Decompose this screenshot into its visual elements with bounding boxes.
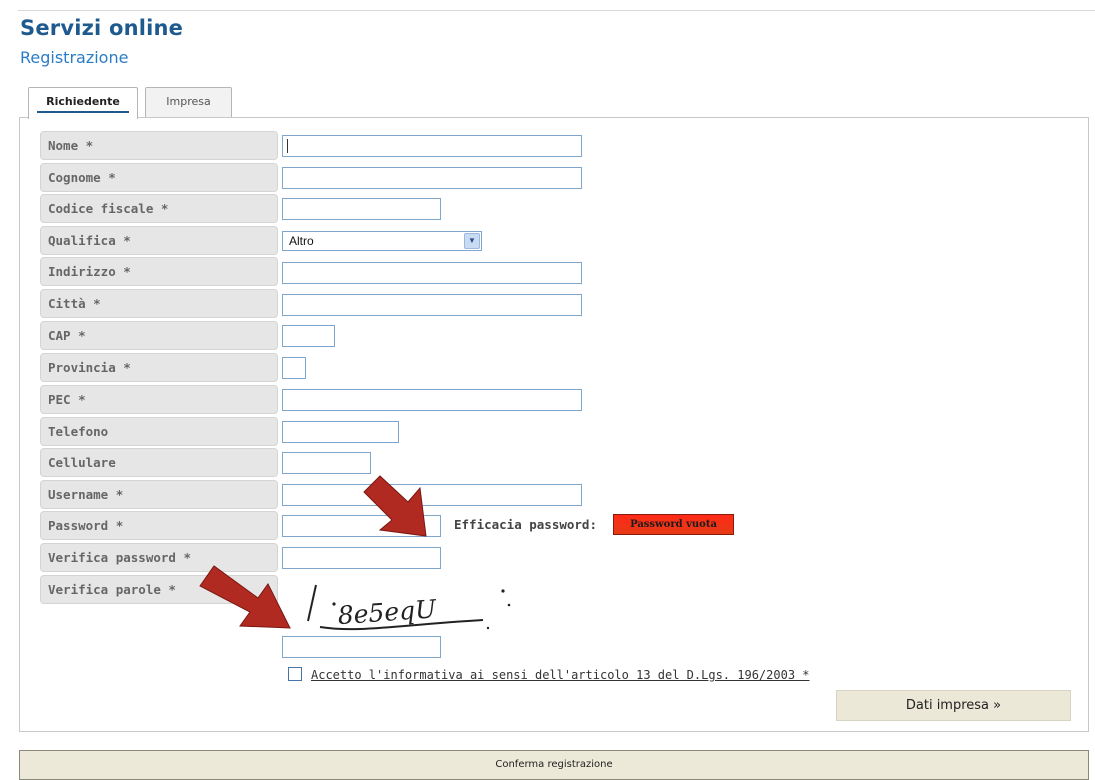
- label-cellulare: Cellulare: [40, 448, 278, 477]
- citta-input[interactable]: [282, 294, 582, 316]
- label-telefono: Telefono: [40, 417, 278, 446]
- label-username: Username *: [40, 480, 278, 509]
- label-nome: Nome *: [40, 131, 278, 160]
- label-citta: Città *: [40, 289, 278, 318]
- conferma-registrazione-button[interactable]: Conferma registrazione: [19, 750, 1089, 780]
- cognome-input[interactable]: [282, 167, 582, 189]
- annotation-arrow-icon: [363, 475, 427, 537]
- qualifica-select[interactable]: Altro ▼: [282, 231, 482, 251]
- verifica-password-input[interactable]: [282, 547, 441, 569]
- label-cap: CAP *: [40, 321, 278, 350]
- captcha-noise-line: [307, 584, 317, 622]
- pec-input[interactable]: [282, 389, 582, 411]
- captcha-dot: [507, 603, 511, 607]
- page-subtitle: Registrazione: [20, 48, 129, 67]
- tab-impresa-label: Impresa: [166, 95, 211, 108]
- cellulare-input[interactable]: [282, 452, 371, 474]
- nome-input[interactable]: [282, 135, 582, 157]
- label-codice-fiscale: Codice fiscale *: [40, 194, 278, 223]
- top-divider: [18, 10, 1095, 11]
- captcha-dot: [486, 626, 490, 630]
- verifica-parole-input[interactable]: [282, 636, 441, 658]
- consent-checkbox[interactable]: [288, 667, 302, 681]
- chevron-down-icon[interactable]: ▼: [464, 233, 480, 249]
- captcha-image: 8e5eqU: [307, 584, 511, 630]
- label-cognome: Cognome *: [40, 163, 278, 192]
- dati-impresa-button[interactable]: Dati impresa »: [836, 690, 1071, 721]
- consent-link[interactable]: Accetto l'informativa ai sensi dell'arti…: [311, 668, 810, 682]
- tab-impresa[interactable]: Impresa: [145, 87, 232, 118]
- label-qualifica: Qualifica *: [40, 226, 278, 255]
- label-provincia: Provincia *: [40, 353, 278, 382]
- password-strength-label: Efficacia password:: [454, 517, 597, 532]
- label-pec: PEC *: [40, 385, 278, 414]
- codice-fiscale-input[interactable]: [282, 198, 441, 220]
- telefono-input[interactable]: [282, 421, 399, 443]
- site-title: Servizi online: [20, 16, 184, 40]
- text-cursor: [287, 139, 288, 153]
- active-tab-indicator: [37, 111, 129, 113]
- label-indirizzo: Indirizzo *: [40, 257, 278, 286]
- tab-richiedente[interactable]: Richiedente: [28, 87, 138, 119]
- label-password: Password *: [40, 511, 278, 540]
- qualifica-selected-value: Altro: [289, 234, 314, 248]
- annotation-arrow-icon: [199, 565, 291, 629]
- cap-input[interactable]: [282, 325, 335, 347]
- provincia-input[interactable]: [282, 357, 306, 379]
- captcha-dot: [332, 602, 336, 606]
- captcha-dot: [501, 589, 505, 593]
- tab-richiedente-label: Richiedente: [46, 95, 120, 108]
- password-strength-badge: Password vuota: [613, 514, 734, 535]
- indirizzo-input[interactable]: [282, 262, 582, 284]
